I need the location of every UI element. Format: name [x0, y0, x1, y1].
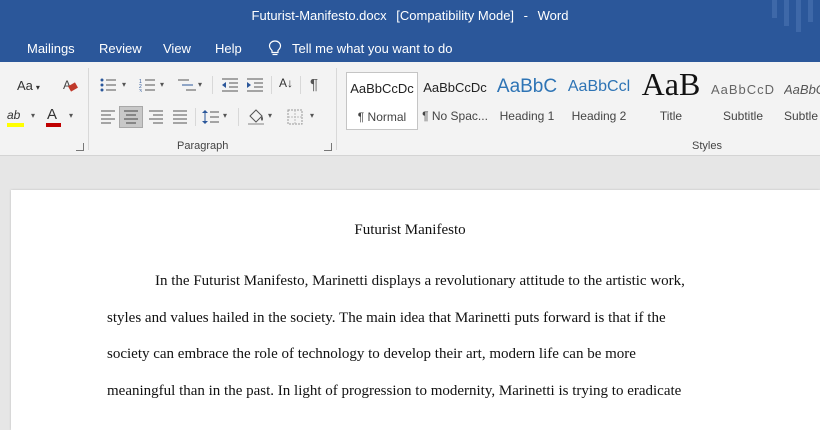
style-name: Title	[659, 109, 683, 123]
change-case-button[interactable]: Aa ▾	[17, 78, 40, 93]
sort-button[interactable]: A↓	[279, 76, 293, 90]
separator	[271, 76, 272, 94]
style-name: ¶ Normal	[357, 110, 407, 124]
highlight-color-swatch	[7, 123, 24, 127]
shading-icon[interactable]	[247, 107, 265, 125]
svg-text:3: 3	[139, 89, 142, 92]
numbering-icon[interactable]: 1 2 3	[139, 78, 157, 92]
style-heading-1[interactable]: AaBbC Heading 1	[491, 72, 563, 130]
style-sample: AaBbC	[784, 82, 820, 97]
tab-help[interactable]: Help	[215, 41, 242, 56]
lightbulb-icon	[268, 40, 282, 56]
separator	[195, 108, 196, 126]
signal-bars-icon	[772, 0, 813, 32]
sort-label: A↓	[279, 76, 294, 90]
style-name: ¶ No Spac...	[422, 109, 488, 123]
chevron-down-icon[interactable]: ▾	[69, 111, 73, 120]
document-canvas: Futurist Manifesto In the Futurist Manif…	[0, 157, 820, 430]
style-name: Subtle	[784, 109, 819, 123]
document-heading: Futurist Manifesto	[354, 222, 466, 238]
chevron-down-icon[interactable]: ▾	[310, 111, 314, 120]
compatibility-mode: [Compatibility Mode]	[396, 8, 515, 23]
document-text-line: meaningful than in the past. In light of…	[107, 383, 682, 399]
tell-me-label: Tell me what you want to do	[292, 40, 453, 56]
align-center-icon	[124, 110, 138, 124]
style-subtle[interactable]: AaBbC Subtle	[779, 72, 820, 130]
align-right-icon[interactable]	[148, 110, 164, 124]
highlight-letters: ab	[7, 108, 21, 122]
multilevel-list-icon[interactable]	[177, 78, 197, 92]
tab-review[interactable]: Review	[99, 41, 142, 56]
change-case-label: Aa	[17, 78, 33, 93]
style-name: Subtitle	[722, 109, 764, 123]
font-color-button[interactable]: A	[47, 106, 57, 123]
chevron-down-icon[interactable]: ▾	[268, 111, 272, 120]
chevron-down-icon[interactable]: ▾	[160, 80, 164, 89]
paragraph-dialog-launcher[interactable]	[324, 143, 332, 151]
chevron-down-icon[interactable]: ▾	[198, 80, 202, 89]
font-dialog-launcher[interactable]	[76, 143, 84, 151]
style-sample: AaBbCcD	[710, 82, 776, 97]
style-sample: AaB	[641, 66, 701, 102]
title-separator: -	[523, 8, 529, 23]
chevron-down-icon[interactable]: ▾	[31, 111, 35, 120]
style-subtitle[interactable]: AaBbCcD Subtitle	[707, 72, 779, 130]
style-normal[interactable]: AaBbCcDc ¶ Normal	[346, 72, 418, 130]
align-left-icon[interactable]	[100, 110, 116, 124]
tab-view[interactable]: View	[163, 41, 191, 56]
group-separator	[88, 68, 89, 150]
clear-formatting-icon[interactable]: A	[62, 77, 78, 93]
tab-mailings[interactable]: Mailings	[27, 41, 75, 56]
chevron-down-icon[interactable]: ▾	[122, 80, 126, 89]
document-text-line: styles and values hailed in the society.…	[107, 310, 666, 326]
style-title[interactable]: AaB Title	[635, 66, 707, 130]
document-text-line: In the Futurist Manifesto, Marinetti dis…	[155, 273, 685, 289]
style-sample: AaBbCcDc	[350, 81, 414, 96]
ribbon: Aa ▾ A ab ▾ A ▾ ▾ 1 2 3 ▾ ▾ A↓ ¶ ▾ ▾ ▾ P…	[0, 62, 820, 156]
style-sample: AaBbC	[496, 76, 558, 97]
separator	[238, 108, 239, 126]
document-filename: Futurist-Manifesto.docx	[251, 8, 387, 23]
font-color-swatch	[46, 123, 61, 127]
separator	[212, 76, 213, 94]
decrease-indent-icon[interactable]	[221, 78, 239, 92]
ribbon-tab-bar: Mailings Review View Help Tell me what y…	[0, 34, 820, 62]
document-text-line: society can embrace the role of technolo…	[107, 346, 636, 362]
line-spacing-icon[interactable]	[202, 109, 220, 125]
bullets-icon[interactable]	[100, 78, 118, 92]
svg-text:A: A	[63, 78, 71, 92]
chevron-down-icon[interactable]: ▾	[223, 111, 227, 120]
paragraph-group-label: Paragraph	[177, 140, 229, 152]
font-color-letter: A	[47, 106, 58, 123]
style-name: Heading 1	[499, 109, 555, 123]
window-title: Futurist-Manifesto.docx [Compatibility M…	[0, 8, 820, 23]
separator	[300, 76, 301, 94]
group-separator	[336, 68, 337, 150]
align-center-button[interactable]	[119, 106, 143, 128]
tell-me-box[interactable]: Tell me what you want to do	[268, 40, 452, 56]
styles-group-label: Styles	[692, 140, 722, 152]
borders-icon[interactable]	[287, 109, 303, 125]
style-heading-2[interactable]: AaBbCcl Heading 2	[563, 72, 635, 130]
app-name: Word	[537, 8, 569, 23]
title-bar: Futurist-Manifesto.docx [Compatibility M…	[0, 0, 820, 34]
pilcrow-icon: ¶	[310, 76, 319, 93]
style-sample: AaBbCcDc	[423, 80, 487, 95]
show-formatting-button[interactable]: ¶	[310, 76, 318, 93]
text-highlight-button[interactable]: ab	[7, 108, 20, 122]
increase-indent-icon[interactable]	[246, 78, 264, 92]
justify-icon[interactable]	[172, 110, 188, 124]
style-sample: AaBbCcl	[567, 78, 631, 95]
style-name: Heading 2	[571, 109, 627, 123]
style-no-spacing[interactable]: AaBbCcDc ¶ No Spac...	[419, 72, 491, 130]
